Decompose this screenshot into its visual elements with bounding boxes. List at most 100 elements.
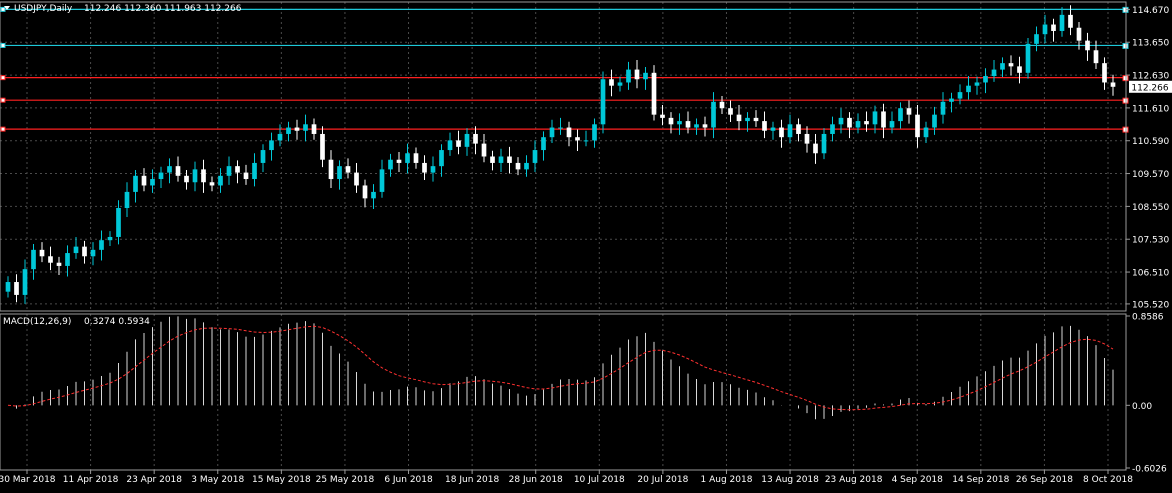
- candle-bull: [1042, 24, 1048, 35]
- candle-bull: [1059, 14, 1065, 31]
- candle-bear: [1068, 14, 1073, 28]
- candle-bear: [235, 166, 240, 173]
- candle-bear: [243, 172, 249, 180]
- candle-bear: [481, 143, 487, 157]
- candle-bull: [90, 249, 96, 257]
- date-tick-label: 11 Apr 2018: [63, 475, 119, 485]
- candle-bull: [745, 117, 750, 122]
- candle-bull: [770, 127, 776, 131]
- candle-bull: [592, 124, 597, 141]
- candle-bear: [804, 133, 810, 144]
- candle-bear: [753, 117, 759, 122]
- candle-bull: [150, 179, 155, 186]
- candle-bear: [141, 175, 147, 186]
- candle-bear: [1017, 66, 1022, 73]
- candle-bear: [779, 127, 784, 138]
- candle-bull: [600, 79, 606, 125]
- candle-bull: [430, 166, 436, 173]
- candle-bull: [872, 111, 878, 125]
- candle-bull: [277, 133, 283, 141]
- price-tick-label: 108.550: [1132, 203, 1169, 213]
- candle-bear: [915, 114, 920, 138]
- candle-bull: [447, 140, 453, 151]
- candle-bear: [685, 121, 691, 128]
- candle-bull: [583, 140, 589, 142]
- candle-bear: [651, 72, 657, 115]
- candle-bull: [192, 169, 198, 183]
- grid: [0, 2, 1126, 470]
- level-handle-left: [0, 75, 6, 81]
- horizontal-levels[interactable]: [0, 6, 1129, 133]
- candle-bull: [379, 169, 385, 192]
- candle-bear: [48, 256, 53, 263]
- macd-axis: 0.8586 0.00 -0.6026: [1126, 313, 1167, 475]
- candle-bear: [456, 140, 461, 147]
- candle-bull: [31, 249, 36, 270]
- candles: [5, 5, 1116, 304]
- candle-bear: [345, 166, 351, 173]
- candle-bear: [702, 124, 708, 128]
- price-pane-border: [0, 1, 1127, 312]
- candle-bull: [1025, 43, 1031, 73]
- candle-bear: [362, 185, 368, 199]
- macd-pane-border: [0, 313, 1127, 471]
- date-tick-label: 1 Aug 2018: [701, 475, 753, 485]
- date-tick-label: 15 May 2018: [252, 475, 311, 485]
- candle-bear: [82, 246, 87, 257]
- candle-bear: [1102, 63, 1107, 83]
- date-tick-label: 6 Jun 2018: [384, 475, 433, 485]
- candle-bull: [617, 82, 623, 86]
- candle-bear: [56, 262, 62, 266]
- price-axis: 114.670 113.650 112.630 111.610 110.590 109.5…: [1126, 6, 1169, 310]
- candle-bull: [65, 253, 70, 266]
- chart-window[interactable]: 114.670 113.650 112.630 111.610 110.590 109.5…: [0, 0, 1172, 489]
- candle-bull: [286, 127, 291, 134]
- last-price-label: 112.266: [1131, 83, 1168, 93]
- candle-bull: [830, 124, 835, 134]
- candle-bear: [609, 79, 614, 86]
- candle-bull: [677, 121, 682, 125]
- price-tick-label: 109.570: [1132, 170, 1169, 180]
- date-tick-label: 4 Sep 2018: [892, 475, 944, 485]
- candle-bear: [413, 153, 419, 163]
- time-axis: 30 Mar 2018 11 Apr 2018 23 Apr 2018 3 May 2…: [0, 470, 1133, 485]
- level-handle-left: [0, 97, 6, 103]
- candle-bull: [940, 101, 946, 115]
- date-tick-label: 20 Jul 2018: [637, 475, 688, 485]
- candle-bear: [396, 159, 402, 163]
- candle-bear: [184, 175, 189, 183]
- candle-bear: [422, 162, 427, 173]
- candle-bear: [660, 114, 665, 118]
- candle-bull: [158, 172, 164, 180]
- date-tick-label: 26 Sep 2018: [1016, 475, 1073, 485]
- candle-bull: [932, 114, 937, 128]
- candle-bull: [643, 72, 648, 80]
- price-tick-label: 105.520: [1132, 300, 1169, 310]
- candle-bear: [175, 166, 181, 176]
- date-tick-label: 10 Jul 2018: [574, 475, 625, 485]
- candle-bull: [337, 166, 342, 180]
- candle-bull: [524, 162, 529, 170]
- date-tick-label: 25 May 2018: [316, 475, 375, 485]
- candle-bear: [507, 156, 512, 163]
- candle-bull: [252, 162, 257, 180]
- candle-bull: [949, 98, 954, 102]
- candle-bear: [1008, 63, 1014, 67]
- candle-bear: [813, 143, 818, 154]
- price-tick-label: 112.630: [1132, 72, 1169, 82]
- candle-bull: [532, 150, 538, 163]
- candle-bear: [1093, 50, 1099, 64]
- candle-bear: [906, 108, 912, 115]
- candle-bull: [855, 121, 861, 128]
- candle-bear: [354, 172, 359, 186]
- candle-bull: [821, 133, 827, 154]
- price-tick-label: 111.610: [1132, 104, 1169, 114]
- candle-bull: [1000, 63, 1005, 70]
- candle-bear: [473, 133, 478, 144]
- candle-bull: [124, 191, 130, 208]
- date-tick-label: 14 Sep 2018: [952, 475, 1009, 485]
- date-tick-label: 28 Jun 2018: [509, 475, 563, 485]
- ohlc-values: 112.246 112.360 111.963 112.266: [84, 4, 242, 14]
- candle-bear: [1051, 24, 1056, 31]
- candle-bear: [1085, 40, 1090, 51]
